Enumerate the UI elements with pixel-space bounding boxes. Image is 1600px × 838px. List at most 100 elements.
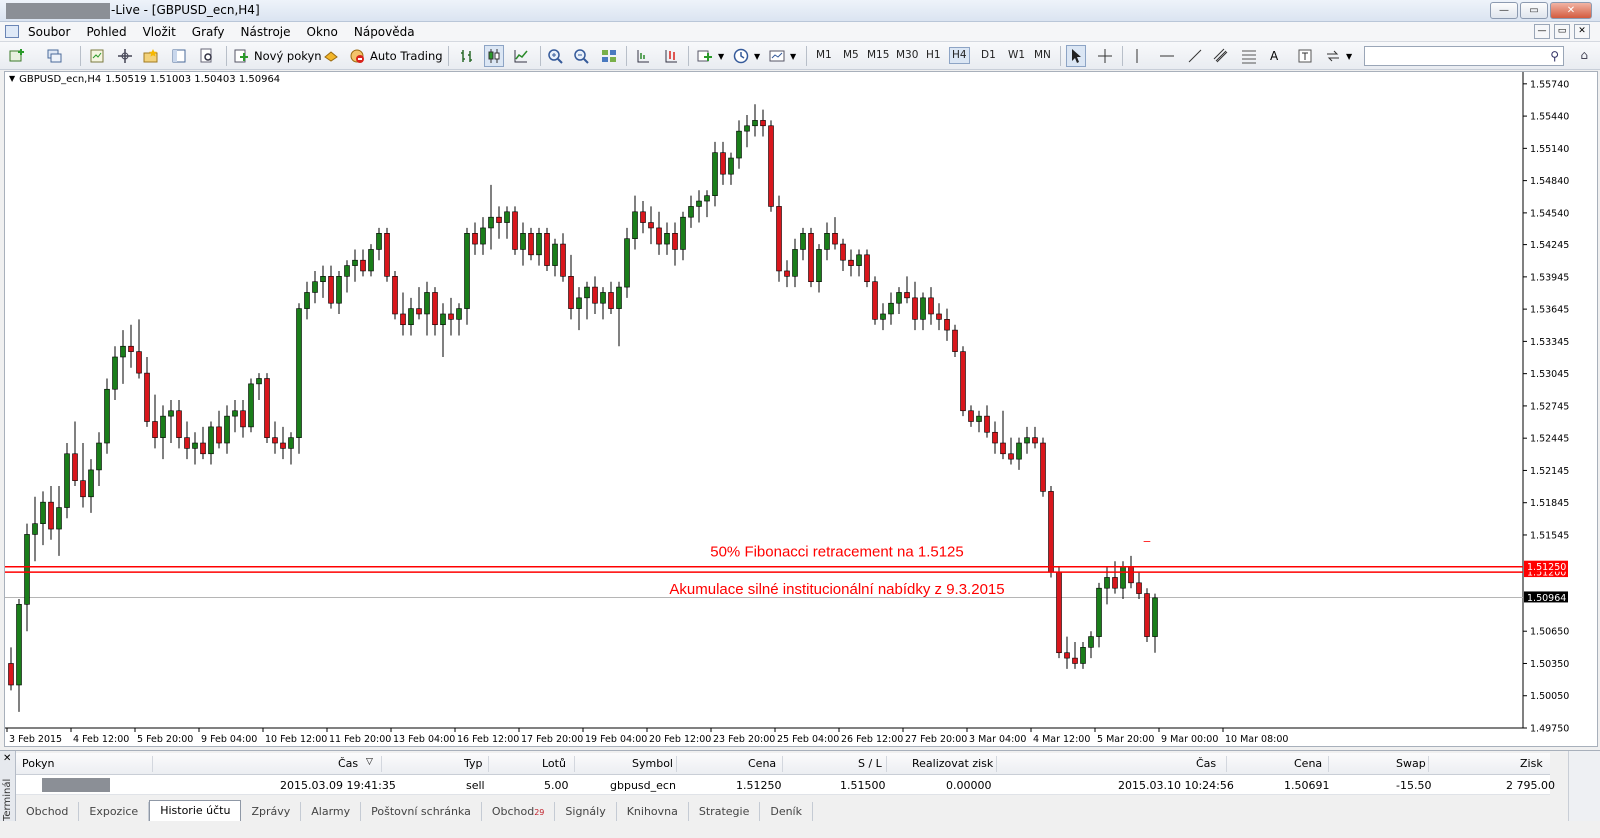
col-cas[interactable]: Čas (338, 757, 358, 770)
menu-window[interactable]: Okno (307, 24, 348, 39)
price-tick-label: 1.50350 (1530, 659, 1569, 670)
metaeditor-button[interactable] (322, 45, 340, 67)
menu-insert[interactable]: Vložit (143, 24, 186, 39)
equidistant-channel-button[interactable] (1212, 45, 1230, 67)
col-cas-close[interactable]: Čas (1196, 757, 1216, 770)
arrows-icon (1327, 50, 1339, 62)
price-tick-label: 1.54245 (1530, 240, 1569, 251)
tab-obchod[interactable]: Obchod (16, 802, 80, 821)
trendline-button[interactable] (1186, 45, 1204, 67)
bull-candle (728, 157, 734, 175)
timeframe-m1[interactable]: M1 (816, 49, 832, 61)
menu-help[interactable]: Nápověda (354, 24, 425, 39)
bull-candle (480, 227, 486, 245)
text-label-button[interactable] (1296, 45, 1314, 67)
col-zisk[interactable]: Zisk (1520, 757, 1543, 770)
col-typ[interactable]: Typ (464, 757, 483, 770)
data-window-button[interactable] (170, 45, 188, 67)
tile-windows-button[interactable] (600, 45, 618, 67)
timeframe-h1[interactable]: H1 (926, 49, 941, 61)
timeframe-m5[interactable]: M5 (843, 49, 859, 61)
fibonacci-button[interactable] (1240, 45, 1258, 67)
profiles-button[interactable] (46, 45, 64, 67)
tab-knihovna[interactable]: Knihovna (617, 802, 689, 821)
autoscroll-button[interactable] (662, 45, 680, 67)
tab-strategie[interactable]: Strategie (689, 802, 761, 821)
chart-shift-button[interactable] (634, 45, 652, 67)
tab-obchod-market[interactable]: Obchod29 (482, 802, 556, 821)
timeframe-w1[interactable]: W1 (1008, 49, 1025, 61)
col-cena[interactable]: Cena (748, 757, 776, 770)
timeframe-h4[interactable]: H4 (949, 47, 970, 64)
templates-button[interactable]: ▼ (768, 45, 796, 67)
collapse-triangle-icon[interactable]: ▼ (9, 74, 15, 85)
mdi-close-button[interactable]: ✕ (1574, 24, 1590, 39)
notification-icon[interactable]: ⌂ (1580, 48, 1588, 62)
mdi-restore-button[interactable]: ▭ (1554, 24, 1570, 39)
menu-view[interactable]: Pohled (86, 24, 136, 39)
mdi-minimize-button[interactable]: — (1534, 24, 1550, 39)
table-row[interactable]: 2015.03.09 19:41:35 sell 5.00 gbpusd_ecn… (16, 775, 1555, 795)
tab-alarmy[interactable]: Alarmy (301, 802, 362, 821)
new-chart-button[interactable] (8, 45, 26, 67)
strategy-tester-button[interactable] (198, 45, 216, 67)
bull-candle (24, 534, 30, 605)
candle-chart-button[interactable] (484, 45, 504, 67)
indicators-button[interactable]: ▼ (696, 45, 724, 67)
timeframe-d1[interactable]: D1 (981, 49, 996, 61)
bull-candle (1152, 597, 1158, 637)
menu-charts[interactable]: Grafy (192, 24, 235, 39)
col-sl[interactable]: S / L (858, 757, 882, 770)
timeframe-m30[interactable]: M30 (896, 49, 918, 61)
search-input[interactable]: ⚲ (1364, 46, 1564, 66)
cursor-tool-button[interactable] (1066, 45, 1086, 67)
tab-historie-uctu[interactable]: Historie účtu (149, 800, 242, 821)
timeframe-m15[interactable]: M15 (867, 49, 889, 61)
col-lotu[interactable]: Lotů (542, 757, 566, 770)
chart-window[interactable]: 1.55740 1.55440 1.55140 1.54840 1.54540 1.542… (4, 71, 1598, 747)
tab-postovni-schranka[interactable]: Poštovní schránka (361, 802, 482, 821)
close-button[interactable]: ✕ (1550, 2, 1592, 19)
price-chart[interactable]: 1.55740 1.55440 1.55140 1.54840 1.54540 1.542… (5, 72, 1597, 746)
col-cena-close[interactable]: Cena (1294, 757, 1322, 770)
col-swap[interactable]: Swap (1396, 757, 1426, 770)
app-logo-icon[interactable] (5, 25, 19, 38)
menu-file[interactable]: Soubor (28, 24, 80, 39)
tab-signaly[interactable]: Signály (555, 802, 617, 821)
market-watch-button[interactable] (88, 45, 106, 67)
bar-chart-button[interactable] (458, 45, 476, 67)
cursor-arrow-icon (1072, 49, 1081, 63)
col-pokyn[interactable]: Pokyn (22, 757, 54, 770)
tab-zpravy[interactable]: Zprávy (241, 802, 302, 821)
new-order-button[interactable]: Nový pokyn (232, 45, 322, 67)
menu-tools[interactable]: Nástroje (241, 24, 301, 39)
terminal-scrollbar[interactable] (1568, 751, 1600, 821)
tab-denik[interactable]: Deník (760, 802, 813, 821)
text-tool-button[interactable]: A (1270, 45, 1278, 67)
navigator-button[interactable] (116, 45, 134, 67)
time-tick-label: 10 Feb 12:00 (265, 734, 327, 745)
search-icon[interactable]: ⚲ (1550, 49, 1559, 63)
bear-candle (1112, 577, 1118, 589)
timeframe-mn[interactable]: MN (1034, 49, 1051, 61)
maximize-button[interactable]: ▭ (1520, 2, 1548, 19)
col-symbol[interactable]: Symbol (632, 757, 673, 770)
auto-trading-button[interactable]: Auto Trading (348, 45, 443, 67)
crosshair-tool-button[interactable] (1096, 45, 1114, 67)
minimize-button[interactable]: — (1490, 2, 1518, 19)
periods-button[interactable]: ▼ (732, 45, 760, 67)
time-tick-label: 9 Feb 04:00 (201, 734, 257, 745)
favorites-button[interactable] (142, 45, 160, 67)
time-tick-label: 4 Feb 12:00 (73, 734, 129, 745)
tab-expozice[interactable]: Expozice (79, 802, 150, 821)
terminal-close-icon[interactable]: ✕ (3, 753, 11, 764)
row-cena-close: 1.50691 (1284, 779, 1330, 792)
horizontal-line-button[interactable] (1158, 45, 1176, 67)
vertical-line-button[interactable] (1128, 45, 1146, 67)
col-realizovat-zisk[interactable]: Realizovat zisk (912, 757, 993, 770)
zoom-out-button[interactable] (572, 45, 590, 67)
line-chart-button[interactable] (512, 45, 530, 67)
row-zisk: 2 795.00 (1506, 779, 1555, 792)
arrows-button[interactable]: ▼ (1324, 45, 1352, 67)
zoom-in-button[interactable] (546, 45, 564, 67)
